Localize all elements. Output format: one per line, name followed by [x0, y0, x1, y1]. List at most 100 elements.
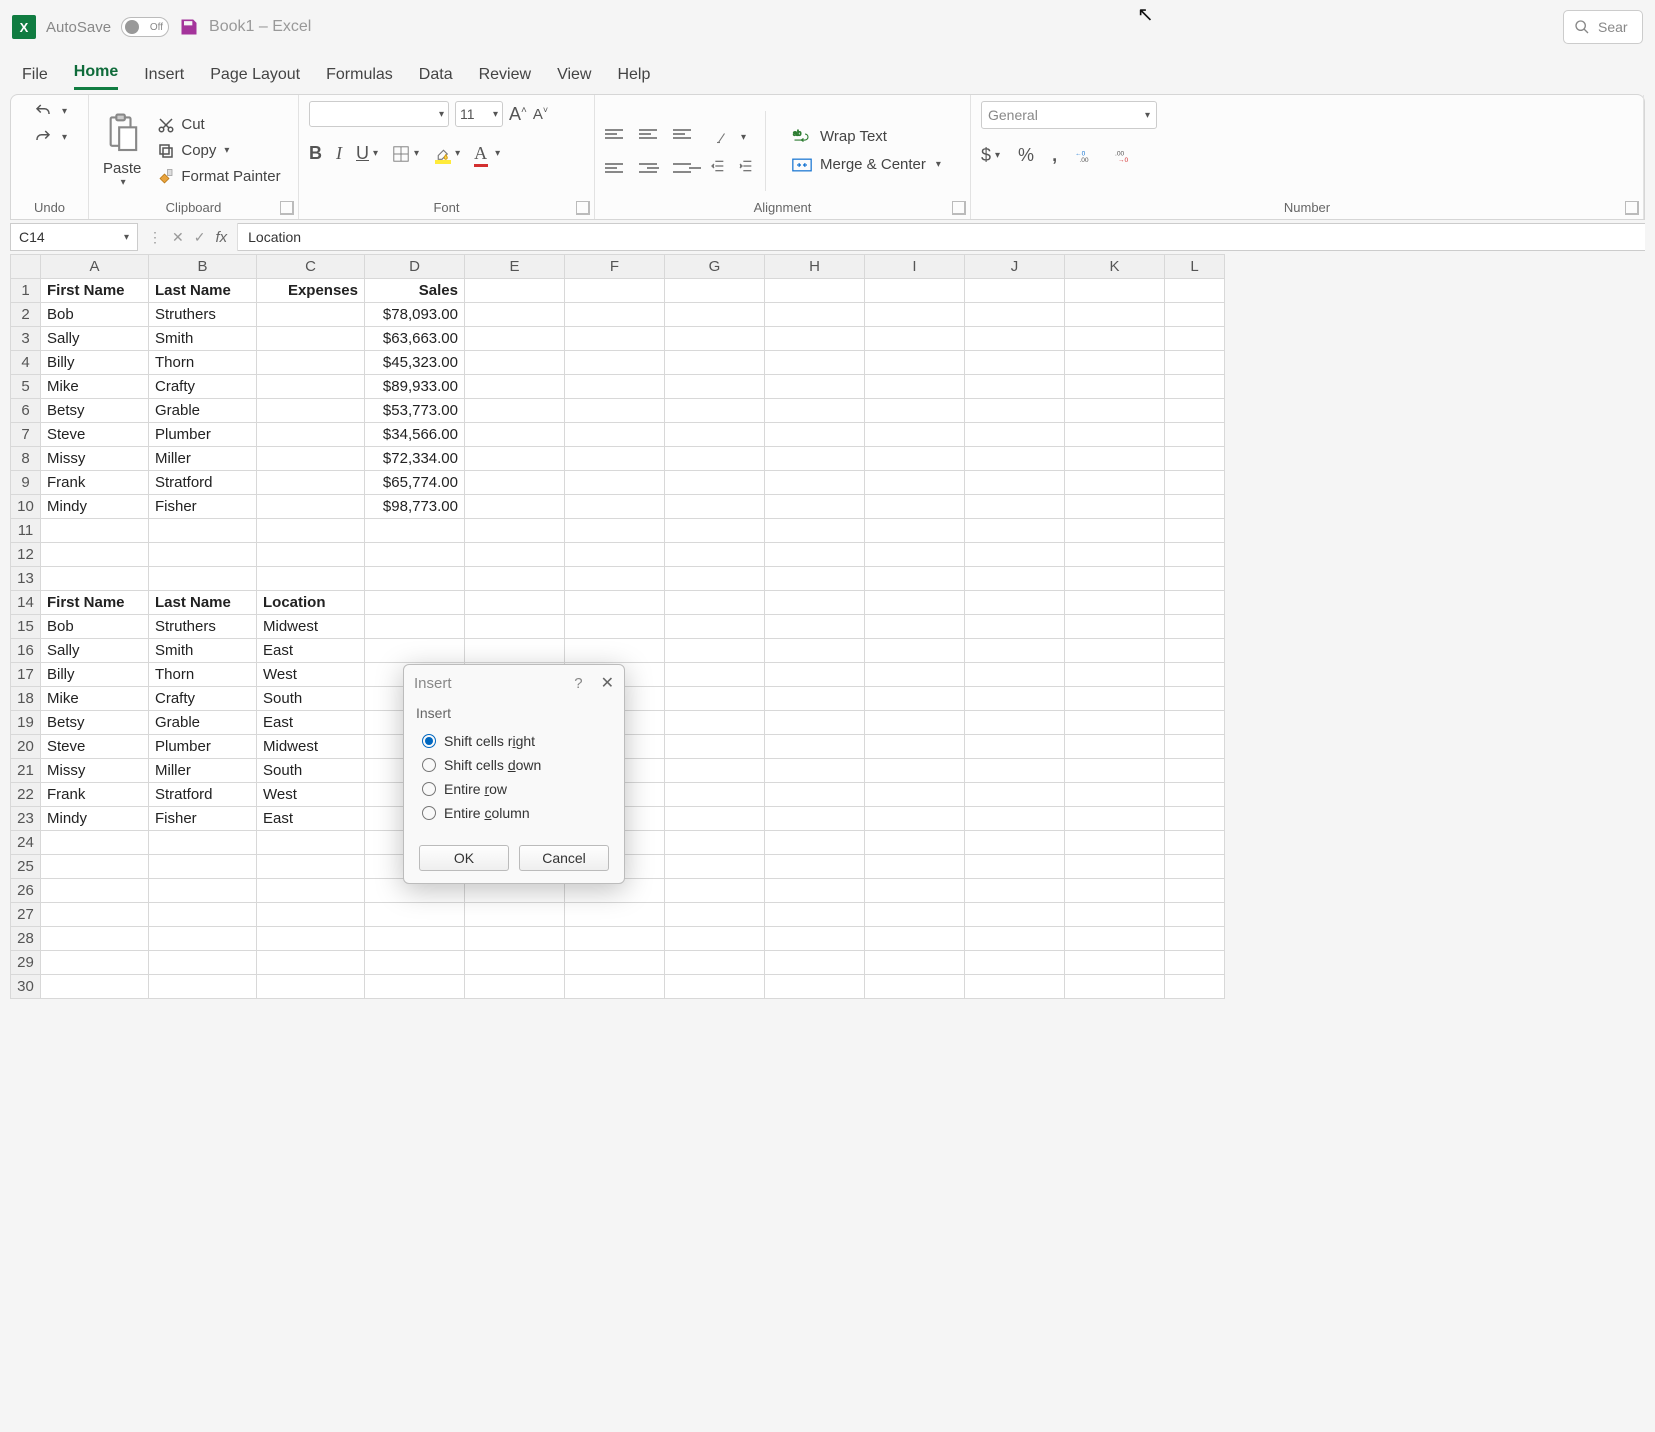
cell-I13[interactable]: [865, 567, 965, 591]
cell-A7[interactable]: Steve: [41, 423, 149, 447]
tab-review[interactable]: Review: [479, 66, 531, 90]
cell-J11[interactable]: [965, 519, 1065, 543]
cell-K4[interactable]: [1065, 351, 1165, 375]
increase-font-icon[interactable]: A˄: [509, 104, 527, 125]
copy-button[interactable]: Copy▾: [153, 141, 284, 161]
cell-F10[interactable]: [565, 495, 665, 519]
cell-H9[interactable]: [765, 471, 865, 495]
cell-K7[interactable]: [1065, 423, 1165, 447]
orientation-button[interactable]: ▾: [709, 128, 755, 148]
row-header-21[interactable]: 21: [11, 759, 41, 783]
cell-J1[interactable]: [965, 279, 1065, 303]
cell-H7[interactable]: [765, 423, 865, 447]
cell-L12[interactable]: [1165, 543, 1225, 567]
cell-L15[interactable]: [1165, 615, 1225, 639]
cell-B11[interactable]: [149, 519, 257, 543]
cell-L14[interactable]: [1165, 591, 1225, 615]
cell-L8[interactable]: [1165, 447, 1225, 471]
cell-G26[interactable]: [665, 879, 765, 903]
cell-L18[interactable]: [1165, 687, 1225, 711]
cell-A17[interactable]: Billy: [41, 663, 149, 687]
row-header-22[interactable]: 22: [11, 783, 41, 807]
autosave-toggle[interactable]: Off: [121, 17, 169, 37]
cell-E30[interactable]: [465, 975, 565, 999]
cell-B22[interactable]: Stratford: [149, 783, 257, 807]
cell-H24[interactable]: [765, 831, 865, 855]
cell-J26[interactable]: [965, 879, 1065, 903]
cell-L23[interactable]: [1165, 807, 1225, 831]
cell-I21[interactable]: [865, 759, 965, 783]
cell-J24[interactable]: [965, 831, 1065, 855]
cell-H17[interactable]: [765, 663, 865, 687]
cell-L9[interactable]: [1165, 471, 1225, 495]
cell-I16[interactable]: [865, 639, 965, 663]
cell-J5[interactable]: [965, 375, 1065, 399]
insert-option-1[interactable]: Shift cells down: [416, 753, 612, 777]
cell-K24[interactable]: [1065, 831, 1165, 855]
cell-L4[interactable]: [1165, 351, 1225, 375]
cut-button[interactable]: Cut: [153, 115, 284, 135]
cell-G22[interactable]: [665, 783, 765, 807]
cell-L10[interactable]: [1165, 495, 1225, 519]
align-middle[interactable]: [639, 120, 667, 148]
column-header-G[interactable]: G: [665, 255, 765, 279]
redo-button[interactable]: ▾: [28, 127, 71, 147]
cell-K8[interactable]: [1065, 447, 1165, 471]
cell-F5[interactable]: [565, 375, 665, 399]
cell-C12[interactable]: [257, 543, 365, 567]
cell-D1[interactable]: Sales: [365, 279, 465, 303]
cell-L3[interactable]: [1165, 327, 1225, 351]
cell-J19[interactable]: [965, 711, 1065, 735]
cell-J8[interactable]: [965, 447, 1065, 471]
cell-G23[interactable]: [665, 807, 765, 831]
row-header-7[interactable]: 7: [11, 423, 41, 447]
cell-C4[interactable]: [257, 351, 365, 375]
column-header-D[interactable]: D: [365, 255, 465, 279]
cell-G10[interactable]: [665, 495, 765, 519]
cell-D14[interactable]: [365, 591, 465, 615]
cell-A27[interactable]: [41, 903, 149, 927]
comma-format-button[interactable]: ,: [1052, 145, 1057, 166]
cell-K27[interactable]: [1065, 903, 1165, 927]
cell-L30[interactable]: [1165, 975, 1225, 999]
cell-J17[interactable]: [965, 663, 1065, 687]
cell-G13[interactable]: [665, 567, 765, 591]
cell-F27[interactable]: [565, 903, 665, 927]
cell-J2[interactable]: [965, 303, 1065, 327]
cell-F13[interactable]: [565, 567, 665, 591]
cell-B7[interactable]: Plumber: [149, 423, 257, 447]
cell-L5[interactable]: [1165, 375, 1225, 399]
cell-G2[interactable]: [665, 303, 765, 327]
cell-D8[interactable]: $72,334.00: [365, 447, 465, 471]
cell-I17[interactable]: [865, 663, 965, 687]
row-header-27[interactable]: 27: [11, 903, 41, 927]
cell-J3[interactable]: [965, 327, 1065, 351]
cell-C21[interactable]: South: [257, 759, 365, 783]
cell-B16[interactable]: Smith: [149, 639, 257, 663]
cell-I5[interactable]: [865, 375, 965, 399]
cell-B4[interactable]: Thorn: [149, 351, 257, 375]
row-header-29[interactable]: 29: [11, 951, 41, 975]
cell-A12[interactable]: [41, 543, 149, 567]
search-input[interactable]: Sear: [1563, 10, 1643, 44]
cell-E16[interactable]: [465, 639, 565, 663]
cell-A6[interactable]: Betsy: [41, 399, 149, 423]
cell-L24[interactable]: [1165, 831, 1225, 855]
font-dialog-launcher[interactable]: [576, 201, 590, 215]
cell-A14[interactable]: First Name: [41, 591, 149, 615]
tab-view[interactable]: View: [557, 66, 591, 90]
select-all-corner[interactable]: [11, 255, 41, 279]
cell-B28[interactable]: [149, 927, 257, 951]
cell-C20[interactable]: Midwest: [257, 735, 365, 759]
cell-F6[interactable]: [565, 399, 665, 423]
cell-H16[interactable]: [765, 639, 865, 663]
cell-C8[interactable]: [257, 447, 365, 471]
cell-G9[interactable]: [665, 471, 765, 495]
cell-K16[interactable]: [1065, 639, 1165, 663]
cell-I15[interactable]: [865, 615, 965, 639]
cell-L1[interactable]: [1165, 279, 1225, 303]
cell-L27[interactable]: [1165, 903, 1225, 927]
cell-E27[interactable]: [465, 903, 565, 927]
cell-C11[interactable]: [257, 519, 365, 543]
cell-H15[interactable]: [765, 615, 865, 639]
